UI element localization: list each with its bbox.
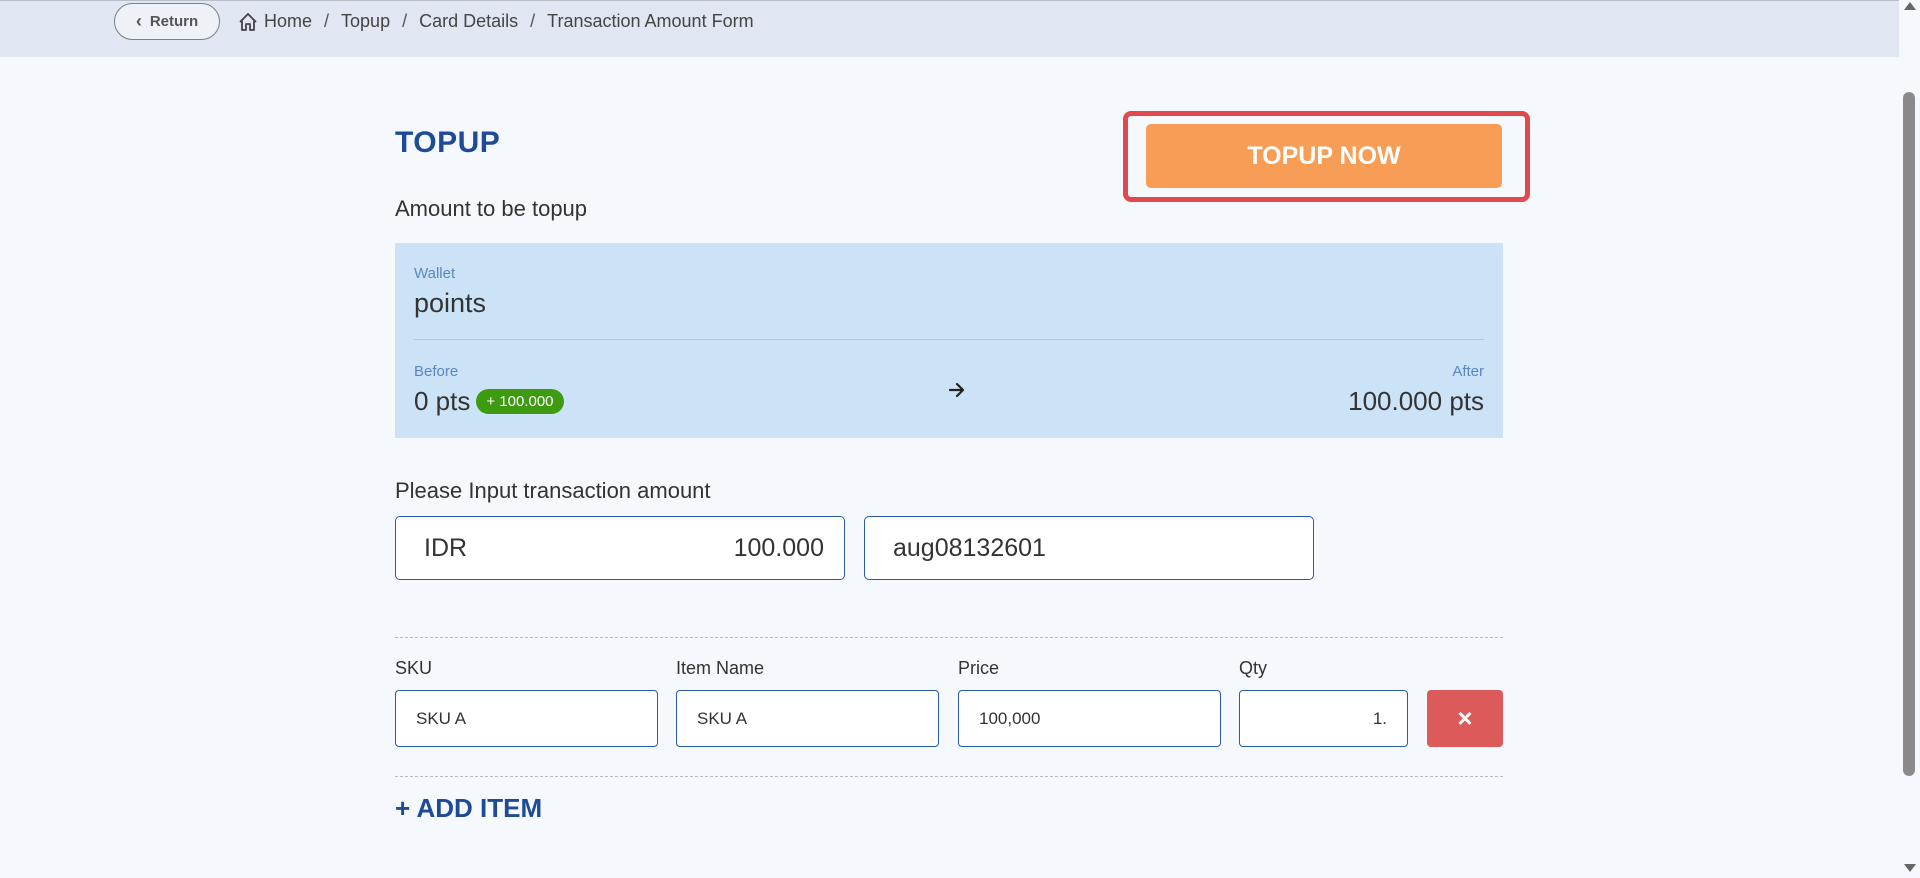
divider: [395, 776, 1503, 777]
breadcrumb: Home / Topup / Card Details / Transactio…: [238, 3, 754, 40]
top-bar: ‹ Return Home / Topup / Card Details / T…: [0, 0, 1899, 57]
after-value: 100.000 pts: [1348, 386, 1484, 416]
scrollbar[interactable]: [1899, 0, 1920, 878]
amount-subtitle: Amount to be topup: [395, 196, 588, 221]
qty-header: Qty: [1239, 658, 1268, 678]
add-item-button[interactable]: + ADD ITEM: [395, 793, 542, 824]
divider: [395, 637, 1503, 638]
transaction-amount-input[interactable]: IDR 100.000: [395, 516, 845, 580]
breadcrumb-topup[interactable]: Topup: [341, 11, 390, 32]
wallet-label: Wallet: [414, 265, 456, 282]
return-button[interactable]: ‹ Return: [114, 3, 220, 40]
scroll-up-icon[interactable]: [1904, 2, 1916, 10]
scroll-thumb[interactable]: [1903, 92, 1915, 776]
breadcrumb-separator: /: [324, 11, 330, 31]
price-header: Price: [958, 658, 1000, 678]
before-amount: 0 pts: [414, 386, 471, 416]
item-name-header: Item Name: [676, 658, 765, 678]
qty-input[interactable]: 1.: [1239, 690, 1408, 747]
before-label: Before: [414, 363, 459, 380]
amount-value: 100.000: [733, 533, 824, 562]
scroll-down-icon[interactable]: [1904, 864, 1916, 872]
currency-label: IDR: [424, 533, 468, 562]
transaction-amount-label: Please Input transaction amount: [395, 478, 711, 503]
item-name-input[interactable]: SKU A: [676, 690, 939, 747]
chevron-left-icon: ‹: [135, 11, 142, 31]
wallet-divider: [414, 339, 1484, 340]
wallet-card: Wallet points Before 0 pts + 100.000 Aft…: [395, 243, 1503, 438]
wallet-name: points: [414, 288, 487, 318]
close-icon: ×: [1457, 703, 1473, 733]
after-label: After: [1452, 363, 1484, 380]
arrow-right-icon: [947, 380, 967, 405]
page-title: TOPUP: [395, 126, 501, 159]
breadcrumb-home[interactable]: Home: [264, 11, 312, 32]
breadcrumb-separator: /: [530, 11, 536, 31]
delete-item-button[interactable]: ×: [1427, 690, 1503, 747]
home-icon[interactable]: [238, 12, 258, 32]
reference-value: aug08132601: [893, 533, 1046, 562]
breadcrumb-card-details[interactable]: Card Details: [419, 11, 518, 32]
breadcrumb-current: Transaction Amount Form: [547, 11, 754, 31]
topup-amount-badge: + 100.000: [476, 389, 564, 414]
reference-input[interactable]: aug08132601: [864, 516, 1314, 580]
sku-header: SKU: [395, 658, 433, 678]
sku-input[interactable]: SKU A: [395, 690, 658, 747]
breadcrumb-separator: /: [402, 11, 408, 31]
topup-now-button[interactable]: TOPUP NOW: [1146, 124, 1502, 188]
before-value: 0 pts + 100.000: [414, 386, 564, 417]
price-input[interactable]: 100,000: [958, 690, 1221, 747]
return-label: Return: [149, 13, 199, 30]
